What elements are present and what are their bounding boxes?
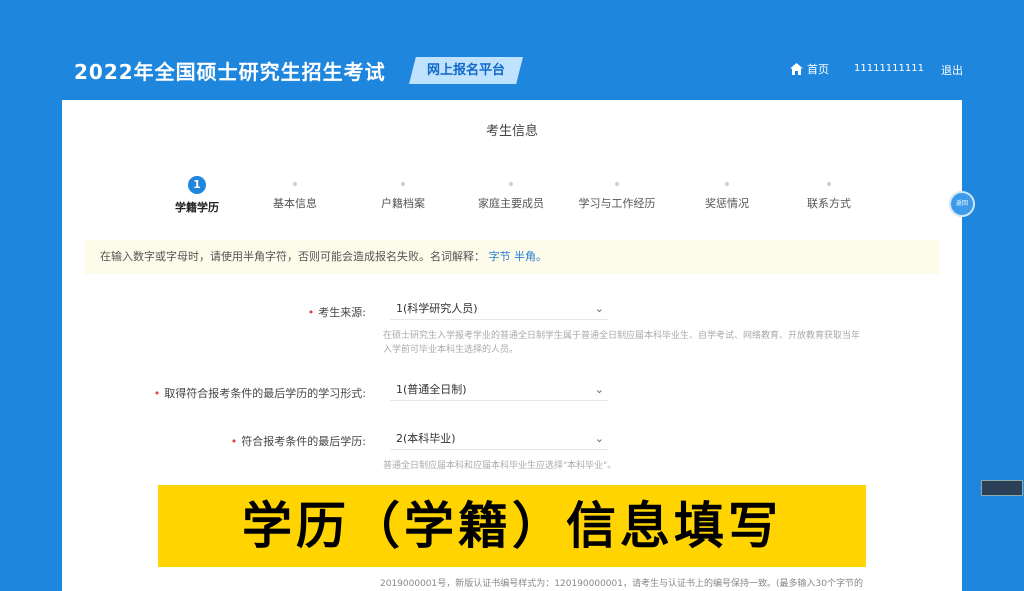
notice-bar: 在输入数字或字母时，请使用半角字符，否则可能会造成报名失败。名词解释： 字节 半…: [84, 240, 940, 274]
required-mark: •: [307, 306, 315, 319]
select-value: 1(科学研究人员): [396, 302, 478, 315]
source-select[interactable]: 1(科学研究人员) ⌄: [390, 298, 608, 320]
select-value: 1(普通全日制): [396, 383, 467, 396]
step-family[interactable]: 家庭主要成员: [456, 182, 566, 211]
step-indicator: 1 学籍学历 基本信息 户籍档案 家庭主要成员 学习与工作经历 奖惩情况 联系方…: [142, 176, 902, 222]
chevron-down-icon: ⌄: [594, 432, 604, 445]
step-dot: [401, 182, 405, 186]
select-value: 2(本科毕业): [396, 432, 456, 445]
step-label: 奖惩情况: [705, 197, 749, 210]
field-label-source: • 考生来源:: [307, 306, 366, 319]
nav-home-label: 首页: [807, 63, 829, 76]
field-help-certificate: 2019000001号，新版认证书编号样式为：120190000001，请考生与…: [380, 579, 863, 589]
required-mark: •: [153, 387, 161, 400]
chevron-down-icon: ⌄: [594, 302, 604, 315]
step-household[interactable]: 户籍档案: [348, 182, 458, 211]
last-degree-select[interactable]: 2(本科毕业) ⌄: [390, 428, 608, 450]
step-label: 学籍学历: [175, 201, 219, 214]
step-number: 1: [188, 176, 206, 194]
step-label: 户籍档案: [381, 197, 425, 210]
step-education[interactable]: 1 学籍学历: [142, 176, 252, 215]
field-label-last-degree: • 符合报考条件的最后学历:: [230, 435, 366, 448]
step-dot: [725, 182, 729, 186]
step-dot: [827, 182, 831, 186]
field-label-study-form: • 取得符合报考条件的最后学历的学习形式:: [153, 387, 366, 400]
step-label: 联系方式: [807, 197, 851, 210]
step-label: 学习与工作经历: [578, 197, 656, 210]
step-dot: [615, 182, 619, 186]
step-label: 基本信息: [273, 197, 317, 210]
required-mark: •: [230, 435, 238, 448]
side-float-button[interactable]: 返回: [949, 191, 975, 217]
field-help-last-degree: 普通全日制应届本科和应届本科毕业生应选择"本科毕业"。: [383, 461, 617, 471]
step-awards[interactable]: 奖惩情况: [672, 182, 782, 211]
logout-link[interactable]: 退出: [941, 62, 963, 78]
step-basic-info[interactable]: 基本信息: [240, 182, 350, 211]
chevron-down-icon: ⌄: [594, 383, 604, 396]
home-icon: [790, 63, 803, 75]
step-study-work[interactable]: 学习与工作经历: [562, 182, 672, 211]
study-form-select[interactable]: 1(普通全日制) ⌄: [390, 379, 608, 401]
site-title: 2022年全国硕士研究生招生考试: [74, 60, 386, 84]
notice-text: 在输入数字或字母时，请使用半角字符，否则可能会造成报名失败。名词解释：: [100, 250, 485, 263]
step-contact[interactable]: 联系方式: [774, 182, 884, 211]
taskbar-widget: [981, 480, 1023, 496]
platform-tag: 网上报名平台: [409, 57, 523, 84]
caption-banner: 学历（学籍）信息填写: [158, 485, 866, 567]
field-help-source: 在硕士研究生入学报考学业的普通全日制学生属于普通全日制应届本科毕业生、自学考试、…: [383, 331, 861, 355]
caption-text: 学历（学籍）信息填写: [242, 497, 782, 555]
step-dot: [509, 182, 513, 186]
step-label: 家庭主要成员: [478, 197, 544, 210]
nav-home-link[interactable]: 首页: [790, 61, 829, 77]
notice-glossary-link[interactable]: 字节 半角。: [489, 250, 548, 263]
page-title: 考生信息: [485, 124, 538, 139]
nav-user[interactable]: 11111111111: [854, 63, 924, 74]
top-bar: 2022年全国硕士研究生招生考试 网上报名平台 首页 11111111111 退…: [0, 0, 1024, 100]
step-dot: [293, 182, 297, 186]
